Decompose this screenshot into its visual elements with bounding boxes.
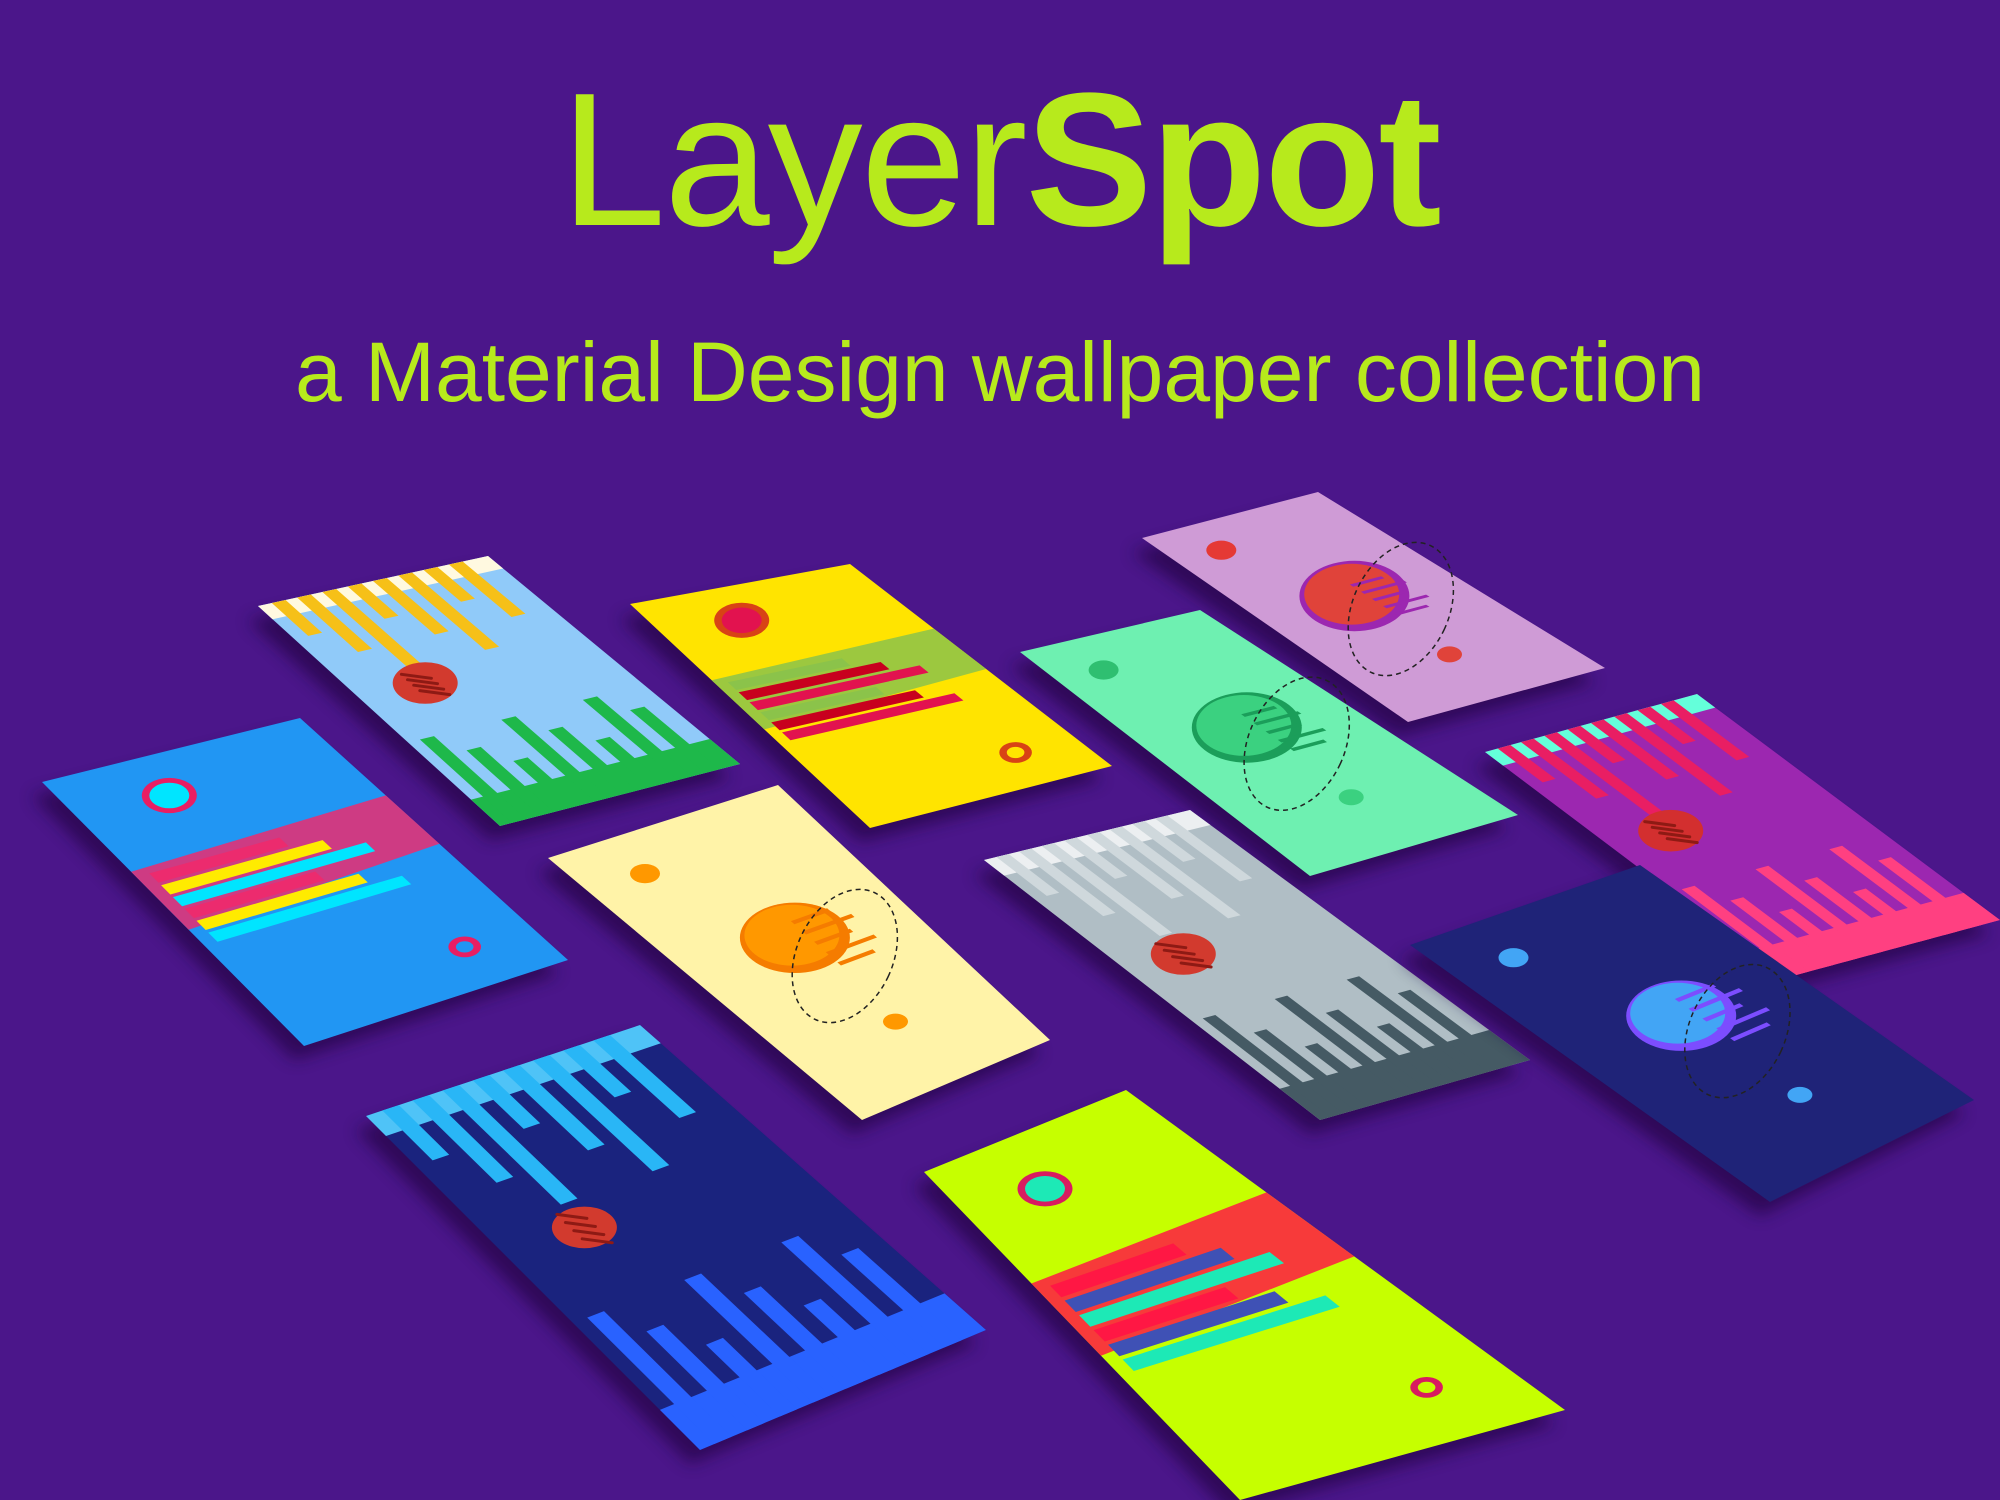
c-icon-inner xyxy=(1417,1381,1436,1393)
hook-shape xyxy=(721,607,762,634)
sun-icon xyxy=(1498,948,1529,968)
wallpaper-showcase xyxy=(32,492,2000,1500)
rocket-icon xyxy=(1437,646,1462,663)
c-icon-inner xyxy=(455,941,474,953)
sun-icon xyxy=(1088,660,1119,680)
wallpaper-card[interactable] xyxy=(620,564,1112,842)
planet-shape xyxy=(1196,695,1292,756)
wallpaper-card[interactable] xyxy=(914,1090,1565,1500)
rocket-icon xyxy=(1338,789,1364,806)
hook-shape xyxy=(149,782,190,809)
hook-shape xyxy=(1025,1176,1065,1202)
planet-shape xyxy=(744,904,840,966)
c-icon-inner xyxy=(1006,746,1025,759)
planet-shape xyxy=(1630,982,1726,1044)
rocket-icon xyxy=(1787,1086,1813,1103)
sun-icon xyxy=(630,864,660,884)
sun-icon xyxy=(1206,540,1237,560)
planet-shape xyxy=(1304,563,1400,625)
rocket-icon xyxy=(883,1013,908,1030)
